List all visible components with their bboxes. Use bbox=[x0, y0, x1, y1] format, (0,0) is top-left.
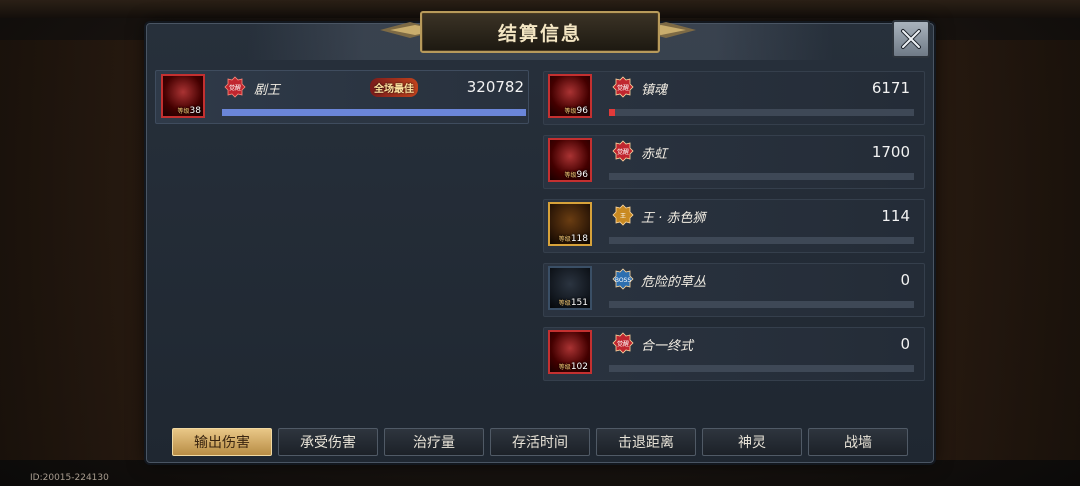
opponent-value: 1700 bbox=[871, 143, 910, 161]
player-bar bbox=[222, 109, 526, 116]
opponent-level: 102 bbox=[570, 362, 588, 372]
tab-6[interactable]: 战墙 bbox=[808, 428, 908, 456]
player-badge-label: 觉醒 bbox=[229, 84, 241, 92]
opponent-level: 96 bbox=[576, 170, 588, 180]
opponent-bar bbox=[609, 237, 914, 244]
opponent-bar bbox=[609, 109, 914, 116]
tab-5[interactable]: 神灵 bbox=[702, 428, 802, 456]
opponent-avatar: 等级102 bbox=[548, 330, 592, 374]
awaken-badge-icon: 觉醒 bbox=[224, 76, 246, 98]
tab-0[interactable]: 输出伤害 bbox=[172, 428, 272, 456]
background-right bbox=[920, 40, 1080, 460]
mvp-flame-badge: 全场最佳 bbox=[370, 78, 418, 97]
opponent-name: 王 · 赤色狮 bbox=[641, 211, 706, 226]
tab-2[interactable]: 治疗量 bbox=[384, 428, 484, 456]
opponent-bar-fill bbox=[609, 109, 616, 116]
opponent-badge-icon: BOSS bbox=[612, 268, 634, 290]
mvp-player-avatar: 等级38 bbox=[161, 74, 205, 118]
background-left bbox=[0, 40, 160, 460]
opponent-badge-label: 觉醒 bbox=[617, 148, 629, 156]
player-name: 剧王 bbox=[254, 83, 281, 98]
level-tag: 等级 bbox=[558, 236, 571, 243]
level-tag: 等级 bbox=[558, 300, 571, 307]
opponent-badge-icon: 王 bbox=[612, 204, 634, 226]
opponent-value: 0 bbox=[900, 271, 910, 289]
opponent-avatar: 等级151 bbox=[548, 266, 592, 310]
opponent-badge-label: 觉醒 bbox=[617, 84, 629, 92]
tab-1[interactable]: 承受伤害 bbox=[278, 428, 378, 456]
level-tag: 等级 bbox=[177, 108, 190, 115]
opponent-name: 危险的草丛 bbox=[641, 275, 707, 290]
close-button[interactable] bbox=[892, 20, 930, 58]
opponent-value: 6171 bbox=[871, 79, 910, 97]
opponent-level: 118 bbox=[570, 234, 588, 244]
opponent-value: 0 bbox=[900, 335, 910, 353]
footer-id: ID:20015-224130 bbox=[30, 473, 109, 483]
opponent-badge-icon: 觉醒 bbox=[612, 140, 634, 162]
player-level: 38 bbox=[189, 106, 201, 116]
tab-4[interactable]: 击退距离 bbox=[596, 428, 696, 456]
opponent-bar bbox=[609, 173, 914, 180]
player-bar-fill bbox=[222, 109, 526, 116]
stat-tabs: 输出伤害 承受伤害 治疗量 存活时间 击退距离 神灵 战墙 bbox=[172, 428, 912, 456]
level-tag: 等级 bbox=[564, 172, 577, 179]
opponent-badge-label: 觉醒 bbox=[617, 340, 629, 348]
close-icon bbox=[901, 29, 921, 49]
opponent-bar bbox=[609, 365, 914, 372]
page-title: 结算信息 bbox=[420, 11, 660, 53]
tab-3[interactable]: 存活时间 bbox=[490, 428, 590, 456]
opponent-bar bbox=[609, 301, 914, 308]
level-tag: 等级 bbox=[558, 364, 571, 371]
player-value: 320782 bbox=[466, 78, 524, 96]
opponent-avatar: 等级96 bbox=[548, 138, 592, 182]
opponent-badge-label: 王 bbox=[620, 213, 626, 220]
opponent-avatar: 等级118 bbox=[548, 202, 592, 246]
opponent-badge-label: BOSS bbox=[615, 277, 632, 284]
opponent-name: 合一终式 bbox=[641, 339, 694, 354]
opponent-name: 赤虹 bbox=[641, 147, 668, 162]
opponent-avatar: 等级96 bbox=[548, 74, 592, 118]
opponent-value: 114 bbox=[881, 207, 910, 225]
opponent-badge-icon: 觉醒 bbox=[612, 332, 634, 354]
opponent-level: 151 bbox=[570, 298, 588, 308]
level-tag: 等级 bbox=[564, 108, 577, 115]
opponent-level: 96 bbox=[576, 106, 588, 116]
opponent-badge-icon: 觉醒 bbox=[612, 76, 634, 98]
opponent-name: 镇魂 bbox=[641, 83, 668, 98]
